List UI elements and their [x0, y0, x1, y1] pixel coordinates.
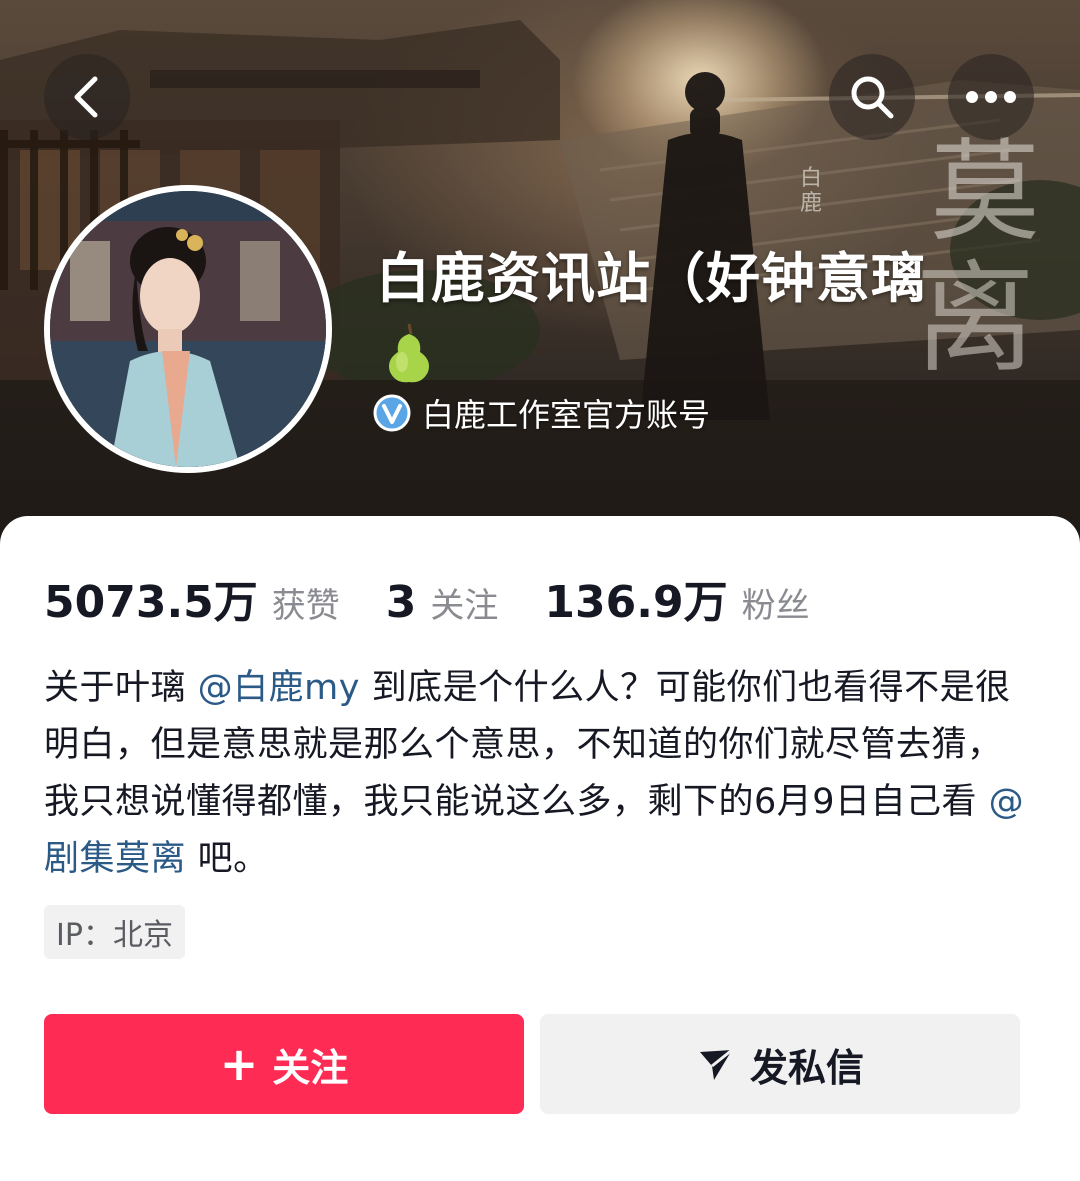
send-message-button[interactable]: 发私信 [540, 1014, 1020, 1114]
svg-text:莫: 莫 [930, 128, 1040, 256]
bio-text-1: 关于叶璃 [44, 668, 198, 708]
avatar-image [50, 191, 326, 467]
stat-likes[interactable]: 5073.5万 获赞 [44, 566, 340, 630]
plus-icon: + [219, 1037, 259, 1091]
stat-likes-label: 获赞 [271, 586, 340, 626]
more-horizontal-icon [966, 91, 1016, 103]
profile-stats: 5073.5万 获赞 3 关注 136.9万 粉丝 [44, 566, 810, 630]
send-message-label: 发私信 [749, 1045, 864, 1090]
more-options-button[interactable] [948, 54, 1034, 140]
search-icon [851, 76, 894, 119]
follow-button[interactable]: + 关注 [44, 1014, 524, 1114]
verified-v-icon [373, 394, 411, 432]
stat-followers-label: 粉丝 [741, 586, 810, 626]
profile-banner: 莫 离 白 鹿 白鹿资讯站（好钟意璃 白鹿工作室官方账号 [0, 0, 1080, 560]
svg-text:鹿: 鹿 [800, 191, 822, 216]
bio-mention-user[interactable]: @白鹿my [198, 668, 360, 708]
stat-followers[interactable]: 136.9万 粉丝 [544, 566, 809, 630]
paper-plane-icon [696, 1044, 736, 1084]
stat-following[interactable]: 3 关注 [386, 577, 499, 628]
pear-emoji-icon [389, 323, 429, 383]
svg-text:离: 离 [915, 250, 1035, 389]
search-button[interactable] [829, 54, 915, 140]
stat-likes-value: 5073.5万 [44, 577, 258, 628]
stat-followers-value: 136.9万 [544, 577, 728, 628]
avatar[interactable] [44, 185, 332, 473]
ip-location-badge: IP：北京 [44, 905, 185, 959]
ip-location-text: IP：北京 [56, 918, 173, 953]
follow-button-label: 关注 [272, 1045, 349, 1090]
stat-following-label: 关注 [430, 586, 499, 626]
bio-text-3: 吧。 [186, 839, 269, 879]
svg-text:白: 白 [800, 166, 822, 191]
profile-name: 白鹿资讯站（好钟意璃 [376, 247, 926, 310]
verified-text: 白鹿工作室官方账号 [422, 396, 711, 434]
back-button[interactable] [44, 54, 130, 140]
profile-bio: 关于叶璃 @白鹿my 到底是个什么人？可能你们也看得不是很明白，但是意思就是那么… [44, 660, 1034, 888]
stat-following-value: 3 [385, 577, 417, 628]
verified-badge: 白鹿工作室官方账号 [372, 390, 710, 436]
chevron-left-icon [74, 76, 98, 118]
